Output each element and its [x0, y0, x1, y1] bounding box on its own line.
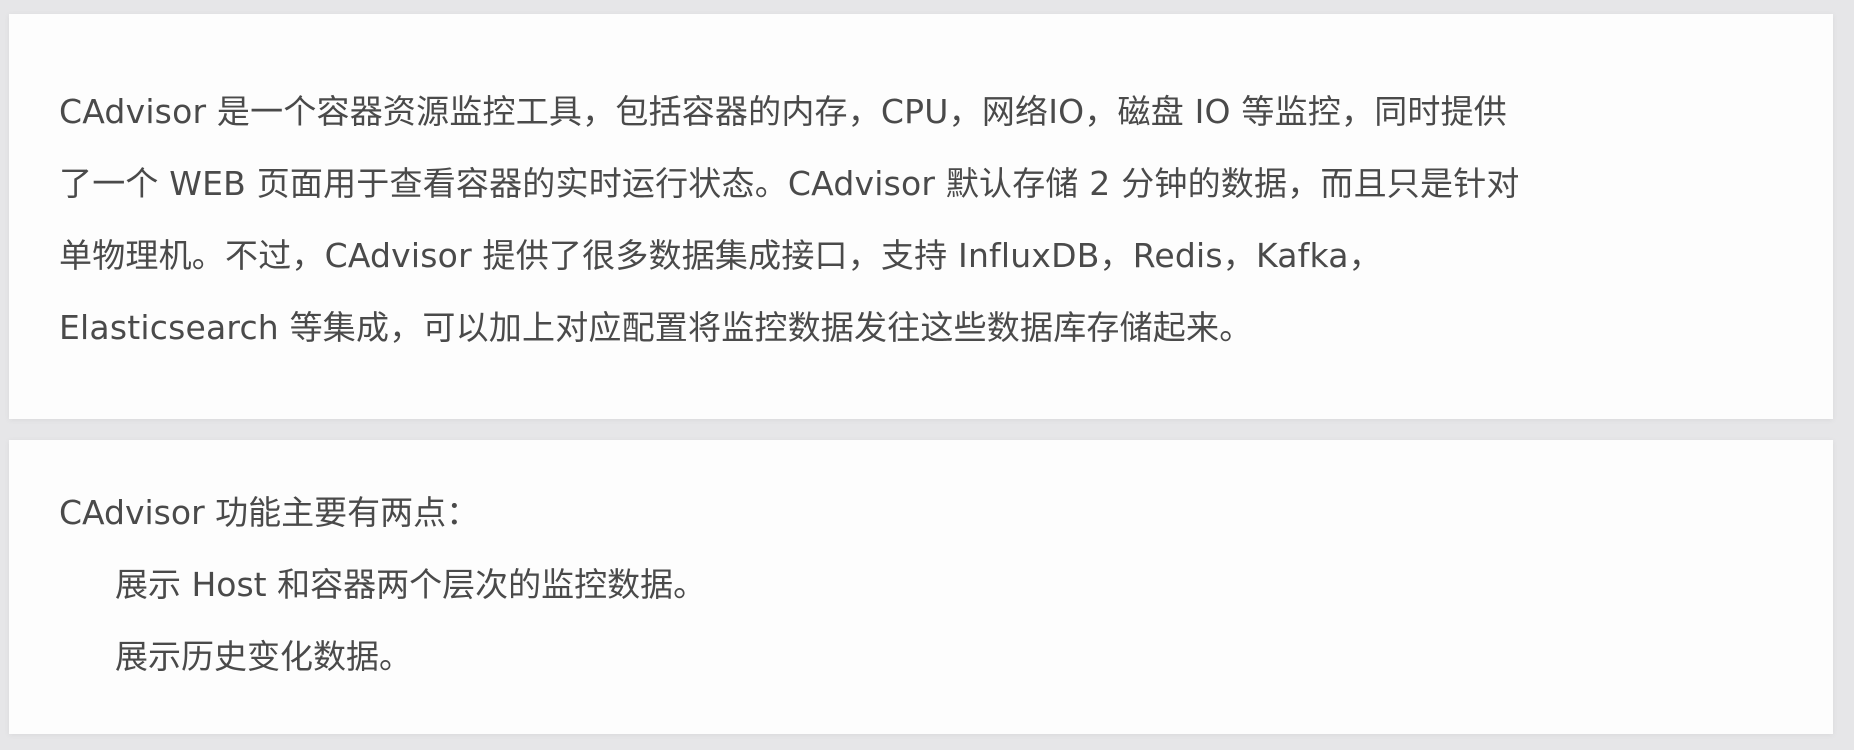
feature-item: 展示历史变化数据。	[115, 637, 412, 676]
features-list: 展示 Host 和容器两个层次的监控数据。 展示历史变化数据。	[59, 549, 1785, 693]
features-heading: CAdvisor 功能主要有两点：	[59, 493, 480, 532]
intro-line: CAdvisor 是一个容器资源监控工具，包括容器的内存，CPU，网络IO，磁盘…	[59, 92, 1508, 131]
intro-line: Elasticsearch 等集成，可以加上对应配置将监控数据发往这些数据库存储…	[59, 308, 1253, 347]
intro-line: 了一个 WEB 页面用于查看容器的实时运行状态。CAdvisor 默认存储 2 …	[59, 164, 1520, 203]
features-card: CAdvisor 功能主要有两点： 展示 Host 和容器两个层次的监控数据。 …	[9, 440, 1833, 734]
feature-item: 展示 Host 和容器两个层次的监控数据。	[115, 565, 707, 604]
intro-card: CAdvisor 是一个容器资源监控工具，包括容器的内存，CPU，网络IO，磁盘…	[9, 14, 1833, 419]
intro-line: 单物理机。不过，CAdvisor 提供了很多数据集成接口，支持 InfluxDB…	[59, 236, 1382, 275]
intro-paragraph: CAdvisor 是一个容器资源监控工具，包括容器的内存，CPU，网络IO，磁盘…	[59, 76, 1785, 364]
